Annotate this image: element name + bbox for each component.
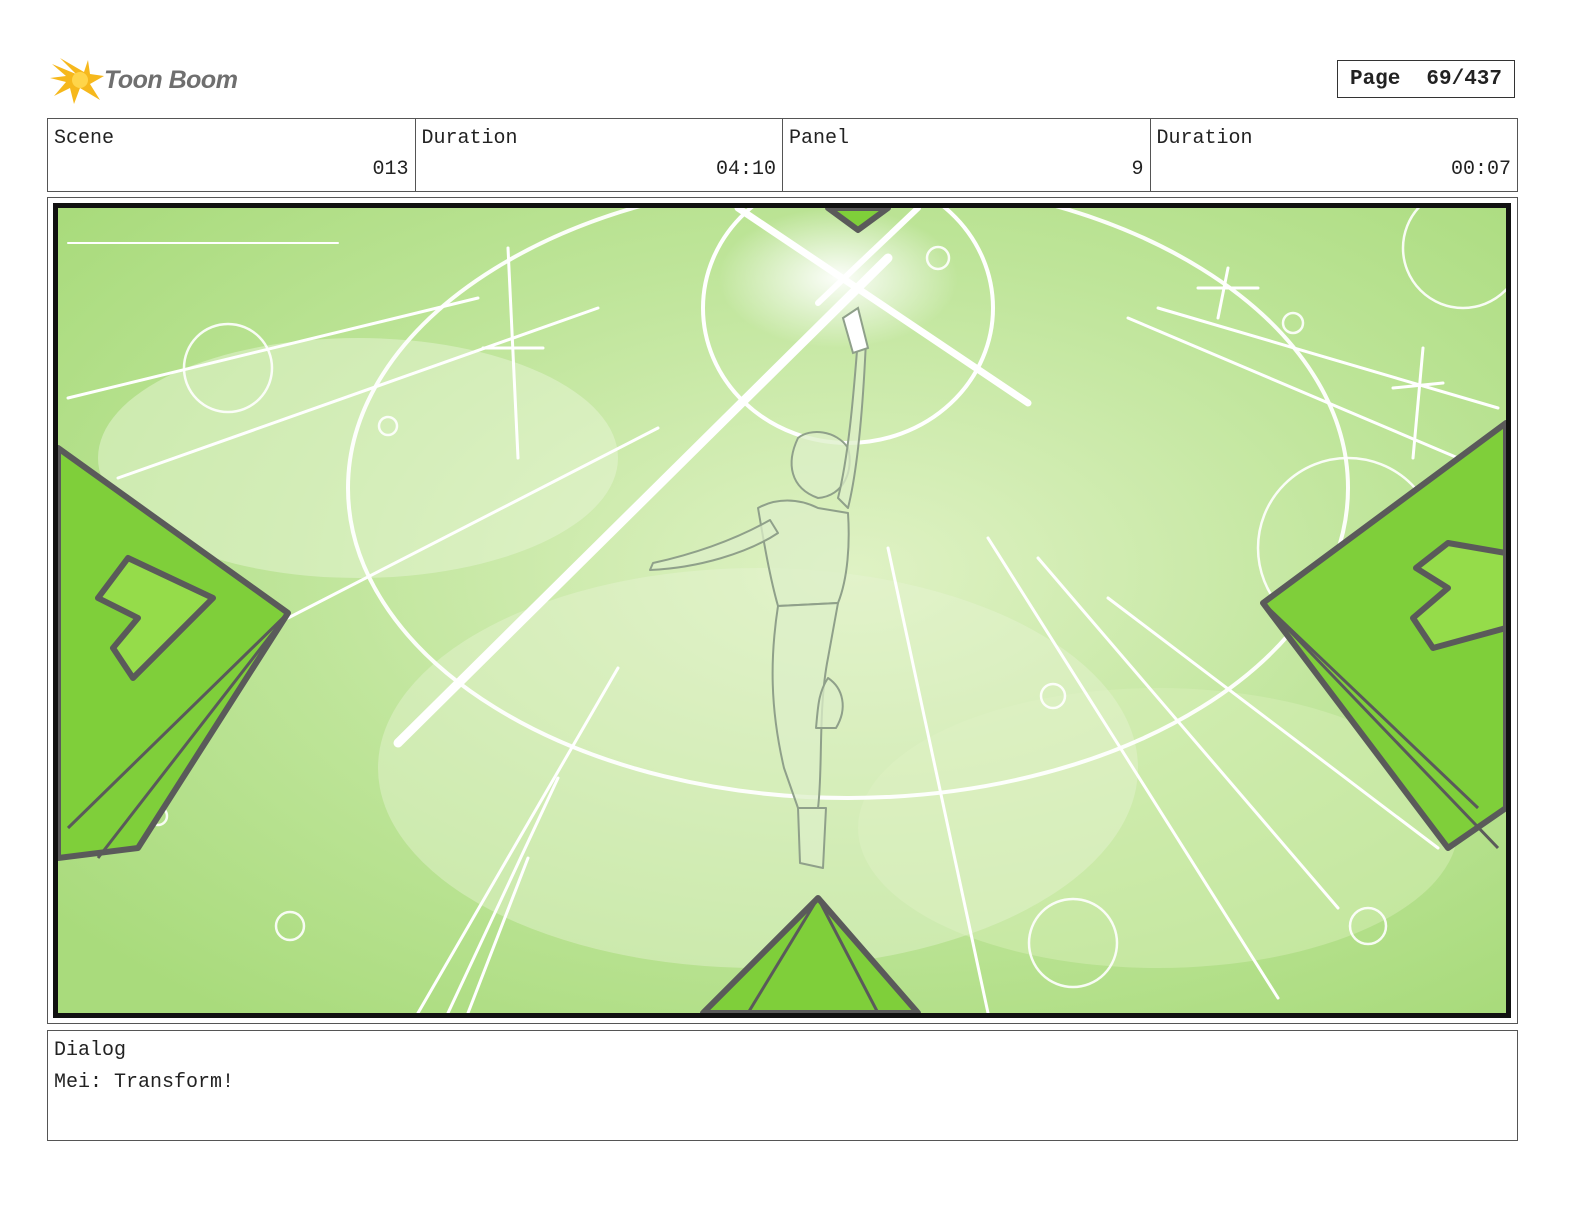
scene-value: 013 [372, 158, 409, 181]
panel-cell: Panel 9 [783, 119, 1151, 191]
panel-duration-cell: Duration 00:07 [1151, 119, 1518, 191]
storyboard-panel-image [53, 203, 1511, 1018]
page-indicator: Page 69/437 [1337, 60, 1515, 98]
panel-illustration [58, 208, 1506, 1013]
scene-duration-cell: Duration 04:10 [416, 119, 783, 191]
panel-label: Panel [789, 127, 850, 150]
page-label: Page [1349, 67, 1401, 91]
dialog-label: Dialog [54, 1039, 127, 1062]
logo-text: Toon Boom [104, 66, 238, 94]
panel-duration-value: 00:07 [1450, 158, 1511, 181]
toon-boom-logo: Toon Boom [50, 54, 250, 108]
dialog-box: Dialog Mei: Transform! [47, 1030, 1518, 1141]
page-number: 69/437 [1426, 67, 1503, 91]
panel-frame [47, 197, 1518, 1024]
scene-info-table: Scene 013 Duration 04:10 Panel 9 Duratio… [47, 118, 1518, 192]
scene-label: Scene [54, 127, 115, 150]
dialog-text: Mei: Transform! [54, 1071, 235, 1094]
panel-duration-label: Duration [1156, 127, 1253, 150]
panel-value: 9 [1131, 158, 1144, 181]
starburst-logo-icon [50, 58, 104, 104]
scene-cell: Scene 013 [48, 119, 416, 191]
scene-duration-label: Duration [421, 127, 518, 150]
scene-duration-value: 04:10 [715, 158, 776, 181]
